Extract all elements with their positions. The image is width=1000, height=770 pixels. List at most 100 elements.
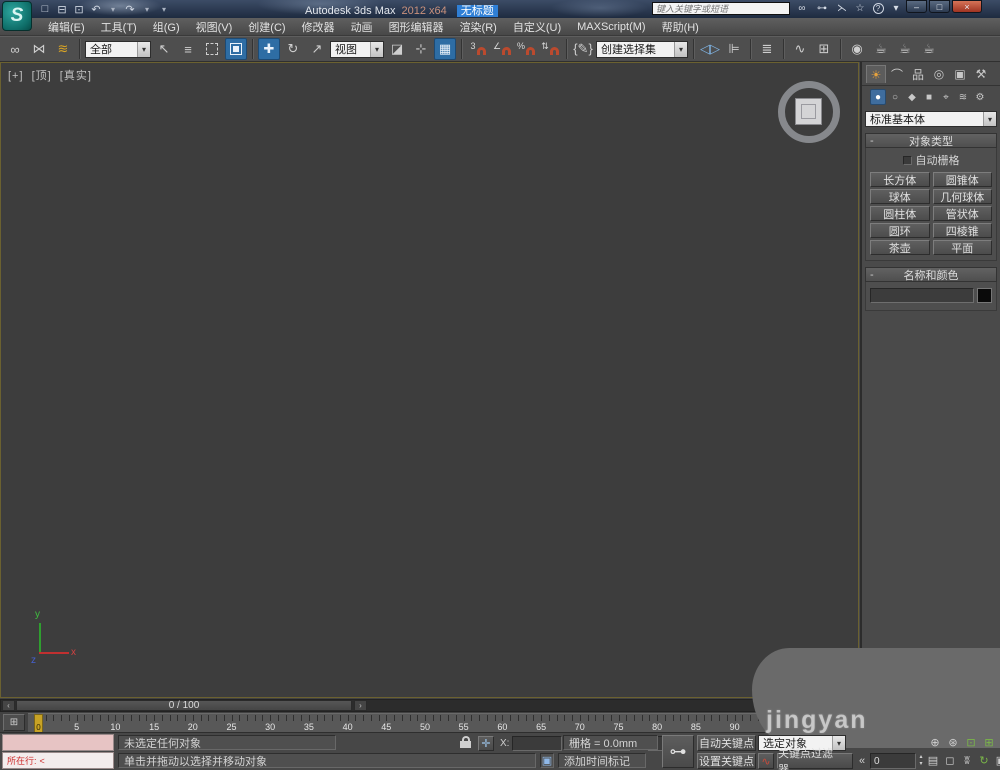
open-file-icon[interactable]: ⊟ [55, 2, 69, 16]
key-mode-icon[interactable]: ▤ [926, 753, 940, 768]
viewport-pov-label[interactable]: [顶] [32, 70, 52, 82]
viewport-top[interactable]: [+] [顶] [真实] y x z [0, 62, 859, 698]
viewport-shading-label[interactable]: [真实] [60, 70, 92, 82]
select-and-link-icon[interactable]: ∞ [4, 38, 26, 60]
edit-named-selection-sets-icon[interactable]: {✎} [572, 38, 594, 60]
undo-caret-icon[interactable]: ▾ [106, 2, 120, 16]
spinner-down-icon[interactable]: ▾ [916, 761, 926, 768]
tab-create-icon[interactable]: ☀ [866, 65, 886, 83]
dropdown-arrow-icon[interactable]: ▾ [674, 41, 687, 57]
tab-hierarchy-icon[interactable]: 品 [908, 65, 928, 83]
named-selection-sets-dropdown[interactable]: 创建选择集 ▾ [596, 40, 688, 58]
subscription-key-icon[interactable]: ⊶ [814, 1, 830, 15]
subcategory-systems-icon[interactable]: ⚙ [972, 89, 988, 105]
menu-item-9[interactable]: 自定义(U) [505, 19, 569, 35]
menu-item-10[interactable]: MAXScript(M) [569, 21, 653, 33]
name-color-rollout-header[interactable]: - 名称和颜色 [865, 267, 997, 282]
menu-item-7[interactable]: 图形编辑器 [381, 19, 452, 35]
curve-editor-icon[interactable]: ∿ [789, 38, 811, 60]
collapse-minus-icon[interactable]: - [870, 135, 874, 147]
keyboard-shortcut-override-icon[interactable]: ▦ [434, 38, 456, 60]
maxscript-mini-listener[interactable]: 所在行: < [2, 752, 114, 769]
undo-icon[interactable]: ↶ [89, 2, 103, 16]
layer-manager-icon[interactable]: ≣ [756, 38, 778, 60]
rectangular-selection-region-icon[interactable] [201, 38, 223, 60]
menu-item-0[interactable]: 编辑(E) [40, 19, 93, 35]
dropdown-arrow-icon[interactable]: ▾ [137, 41, 150, 57]
set-keys-button[interactable]: ⊶ [662, 735, 694, 768]
default-tangent-icon[interactable]: ∿ [758, 753, 774, 769]
menu-item-11[interactable]: 帮助(H) [654, 19, 707, 35]
autogrid-checkbox[interactable] [902, 155, 912, 165]
redo-caret-icon[interactable]: ▾ [140, 2, 154, 16]
use-pivot-center-icon[interactable]: ◪ [386, 38, 408, 60]
key-filters-button[interactable]: 关键点过滤器... [777, 748, 853, 770]
tab-modify-icon[interactable]: ⌒ [887, 65, 907, 83]
object-color-swatch[interactable] [977, 288, 992, 303]
reference-coordinate-dropdown[interactable]: 视图 ▾ [330, 40, 384, 58]
select-object-icon[interactable]: ↖ [153, 38, 175, 60]
object-type-button-9[interactable]: 平面 [932, 240, 992, 255]
pan-icon[interactable]: ʬ [960, 753, 974, 768]
menu-item-3[interactable]: 视图(V) [188, 19, 241, 35]
subcategory-space-warps-icon[interactable]: ≋ [955, 89, 971, 105]
help-icon[interactable]: ? [870, 1, 886, 15]
search-keywords-icon[interactable]: ∞ [794, 1, 810, 15]
viewcube-top-face[interactable] [795, 98, 822, 125]
help-caret-icon[interactable]: ▾ [888, 1, 904, 15]
menu-item-4[interactable]: 创建(C) [240, 19, 293, 35]
object-type-button-5[interactable]: 管状体 [932, 206, 992, 221]
subcategory-lights-icon[interactable]: ◆ [904, 89, 920, 105]
subcategory-geometry-icon[interactable]: ● [870, 89, 886, 105]
object-type-button-8[interactable]: 茶壶 [870, 240, 930, 255]
set-key-button[interactable]: 设置关键点 [697, 753, 756, 769]
dropdown-arrow-icon[interactable]: ▾ [983, 112, 996, 126]
close-button[interactable]: × [952, 0, 982, 13]
selection-lock-icon[interactable] [460, 736, 471, 748]
collapse-minus-icon[interactable]: - [870, 269, 874, 281]
current-frame-field[interactable]: 0 [870, 753, 916, 769]
align-icon[interactable]: ⊫ [723, 38, 745, 60]
minimize-button[interactable]: – [906, 0, 927, 13]
tab-display-icon[interactable]: ▣ [950, 65, 970, 83]
subcategory-helpers-icon[interactable]: ⌖ [938, 89, 954, 105]
next-frame-button[interactable]: › [354, 700, 367, 711]
object-type-rollout-header[interactable]: - 对象类型 [865, 133, 997, 148]
x-coordinate-field[interactable] [512, 736, 562, 751]
snap-toggle-3d-icon[interactable]: 3 [467, 38, 489, 60]
new-file-icon[interactable]: □ [38, 2, 52, 16]
unlink-selection-icon[interactable]: ⋈ [28, 38, 50, 60]
mirror-icon[interactable]: ◁▷ [699, 38, 721, 60]
view-cube[interactable] [778, 81, 840, 143]
dropdown-arrow-icon[interactable]: ▾ [370, 41, 383, 57]
maximize-viewport-icon[interactable]: ▣ [994, 753, 1000, 768]
object-type-button-3[interactable]: 几何球体 [932, 189, 992, 204]
select-by-name-icon[interactable]: ≡ [177, 38, 199, 60]
fov-region-icon[interactable]: ◻ [943, 753, 957, 768]
rendered-frame-window-icon[interactable]: ☕ [894, 38, 916, 60]
material-editor-icon[interactable]: ◉ [846, 38, 868, 60]
menu-item-8[interactable]: 渲染(R) [452, 19, 505, 35]
application-menu-button[interactable]: S [2, 1, 32, 31]
object-type-button-1[interactable]: 圆锥体 [932, 172, 992, 187]
subcategory-shapes-icon[interactable]: ○ [887, 89, 903, 105]
bind-to-space-warp-icon[interactable]: ≋ [52, 38, 74, 60]
object-type-button-6[interactable]: 圆环 [870, 223, 930, 238]
spinner-up-icon[interactable]: ▴ [916, 754, 926, 761]
absolute-mode-toggle-icon[interactable]: ✛ [478, 736, 494, 751]
tab-motion-icon[interactable]: ◎ [929, 65, 949, 83]
menu-item-5[interactable]: 修改器 [294, 19, 343, 35]
zoom-all-icon[interactable]: ⊛ [946, 735, 960, 750]
search-input[interactable] [652, 2, 790, 15]
menu-item-2[interactable]: 组(G) [145, 19, 188, 35]
current-frame-caret[interactable]: 0 [34, 714, 43, 732]
favorites-star-icon[interactable]: ☆ [852, 1, 868, 15]
zoom-icon[interactable]: ⊕ [928, 735, 942, 750]
selection-filter-dropdown[interactable]: 全部 ▾ [85, 40, 151, 58]
select-and-manipulate-icon[interactable]: ⊹ [410, 38, 432, 60]
primitive-category-dropdown[interactable]: 标准基本体 ▾ [865, 111, 997, 127]
toolbar-options-caret-icon[interactable]: ▾ [157, 2, 171, 16]
schematic-view-icon[interactable]: ⊞ [813, 38, 835, 60]
frame-spinner[interactable]: ▴ ▾ [916, 753, 926, 768]
object-type-button-2[interactable]: 球体 [870, 189, 930, 204]
